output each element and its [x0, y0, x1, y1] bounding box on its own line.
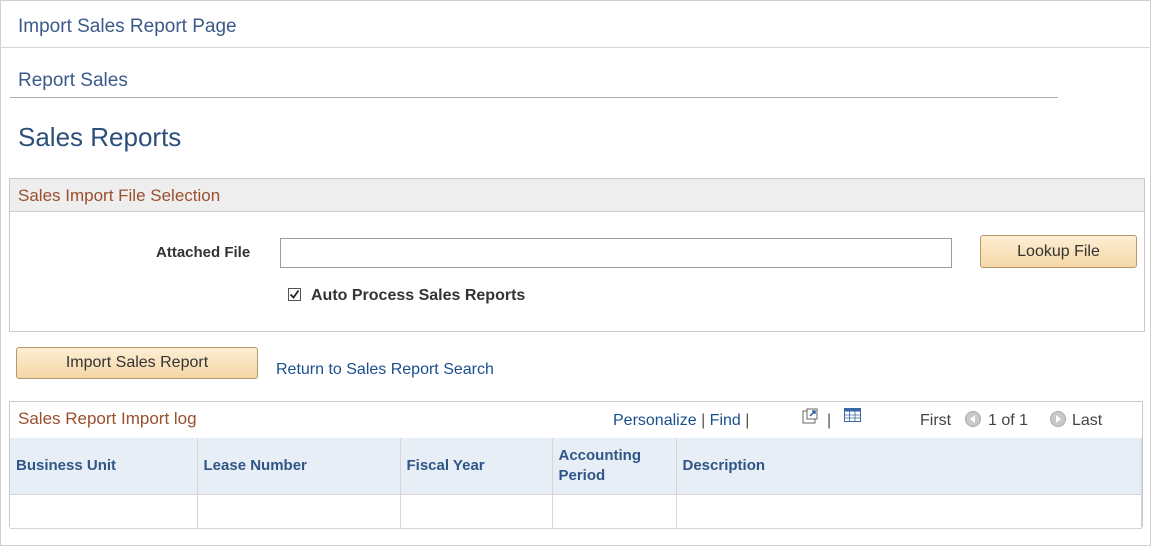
- column-header-lease-number: Lease Number: [197, 438, 401, 495]
- personalize-link[interactable]: Personalize: [613, 412, 697, 429]
- first-label: First: [920, 412, 952, 429]
- page-count: 1 of 1: [988, 412, 1029, 429]
- table-cell: [400, 494, 553, 529]
- nav-separator: |: [827, 412, 832, 429]
- new-window-icon[interactable]: [802, 408, 818, 424]
- import-log-header: Sales Report Import log Personalize | Fi…: [10, 402, 1142, 439]
- column-header-fiscal-year: Fiscal Year: [400, 438, 553, 495]
- return-to-search-link[interactable]: Return to Sales Report Search: [276, 361, 494, 379]
- column-header-accounting-period: Accounting Period: [552, 438, 677, 495]
- import-log-title: Sales Report Import log: [18, 409, 197, 428]
- previous-arrow-icon[interactable]: [965, 411, 981, 427]
- table-header-row: Business Unit Lease Number Fiscal Year A…: [10, 438, 1142, 495]
- file-selection-title: Sales Import File Selection: [18, 186, 221, 205]
- column-header-description: Description: [676, 438, 1142, 495]
- table-cell: [552, 494, 677, 529]
- nav-separator: |: [745, 412, 750, 429]
- tab-divider: [10, 97, 1058, 98]
- file-selection-header: Sales Import File Selection: [10, 179, 1144, 212]
- header-divider: [0, 47, 1151, 48]
- import-log-grid: Sales Report Import log Personalize | Fi…: [9, 401, 1143, 529]
- find-link[interactable]: Find: [710, 412, 741, 429]
- table-row: [10, 494, 1142, 529]
- last-label: Last: [1072, 412, 1103, 429]
- next-arrow-icon[interactable]: [1050, 411, 1066, 427]
- tab-title: Report Sales: [18, 70, 128, 91]
- page-title: Sales Reports: [18, 122, 182, 152]
- nav-separator: |: [701, 412, 710, 429]
- table-cell: [197, 494, 401, 529]
- import-sales-report-button[interactable]: Import Sales Report: [16, 347, 258, 379]
- file-selection-section: Sales Import File Selection Attached Fil…: [9, 178, 1145, 332]
- grid-nav-links: Personalize | Find |: [613, 412, 749, 430]
- attached-file-label: Attached File: [156, 244, 251, 261]
- table-cell: [676, 494, 1142, 529]
- page-header-title: Import Sales Report Page: [18, 16, 237, 37]
- table-cell: [10, 494, 198, 529]
- lookup-file-button[interactable]: Lookup File: [980, 235, 1137, 268]
- auto-process-label: Auto Process Sales Reports: [311, 287, 526, 304]
- column-header-business-unit: Business Unit: [10, 438, 198, 495]
- auto-process-checkbox[interactable]: [288, 288, 301, 301]
- import-log-table: Business Unit Lease Number Fiscal Year A…: [10, 438, 1142, 529]
- attached-file-input[interactable]: [280, 238, 952, 268]
- download-grid-icon[interactable]: [844, 408, 861, 422]
- checkmark-icon: [289, 289, 300, 299]
